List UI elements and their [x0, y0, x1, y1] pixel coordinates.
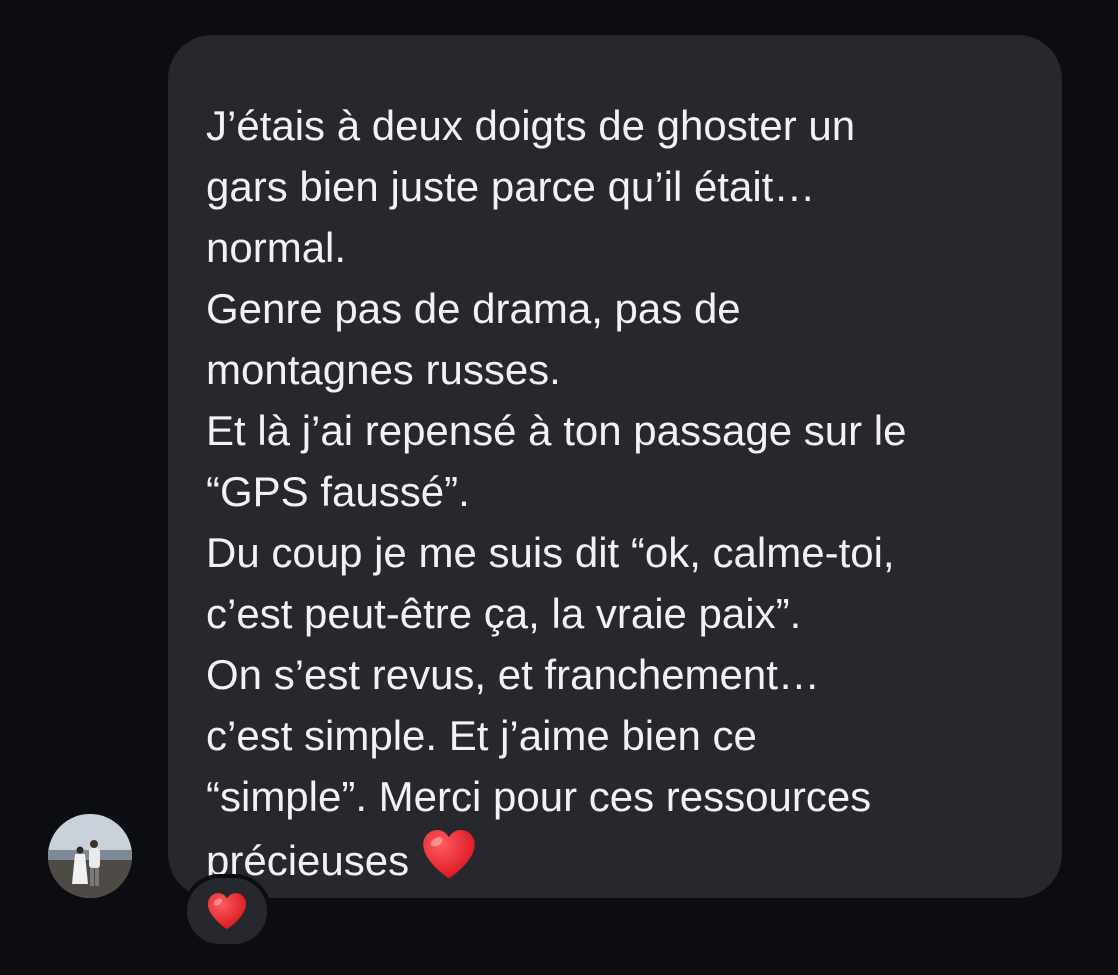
sender-avatar[interactable]	[48, 814, 132, 898]
message-line: J’étais à deux doigts de ghoster un	[206, 102, 856, 149]
message-line: Et là j’ai repensé à ton passage sur le	[206, 407, 907, 454]
message-line: “simple”. Merci pour ces ressources	[206, 773, 872, 820]
red-heart-reaction-icon	[207, 893, 247, 930]
message-line: Genre pas de drama, pas de	[206, 285, 741, 332]
reaction-badge[interactable]	[183, 874, 271, 948]
red-heart-icon	[423, 829, 475, 879]
message-line-last: précieuses	[206, 827, 1022, 891]
message-bubble[interactable]: J’étais à deux doigts de ghoster un gars…	[168, 35, 1062, 898]
message-line: On s’est revus, et franchement…	[206, 651, 820, 698]
message-line: c’est simple. Et j’aime bien ce	[206, 712, 757, 759]
message-line: Du coup je me suis dit “ok, calme-toi,	[206, 529, 895, 576]
message-line: c’est peut-être ça, la vraie paix”.	[206, 590, 802, 637]
message-line: montagnes russes.	[206, 346, 561, 393]
message-line: gars bien juste parce qu’il était…	[206, 163, 816, 210]
message-line: normal.	[206, 224, 347, 271]
message-line: “GPS faussé”.	[206, 468, 470, 515]
avatar-photo	[48, 814, 132, 898]
chat-screen: J’étais à deux doigts de ghoster un gars…	[0, 0, 1118, 975]
